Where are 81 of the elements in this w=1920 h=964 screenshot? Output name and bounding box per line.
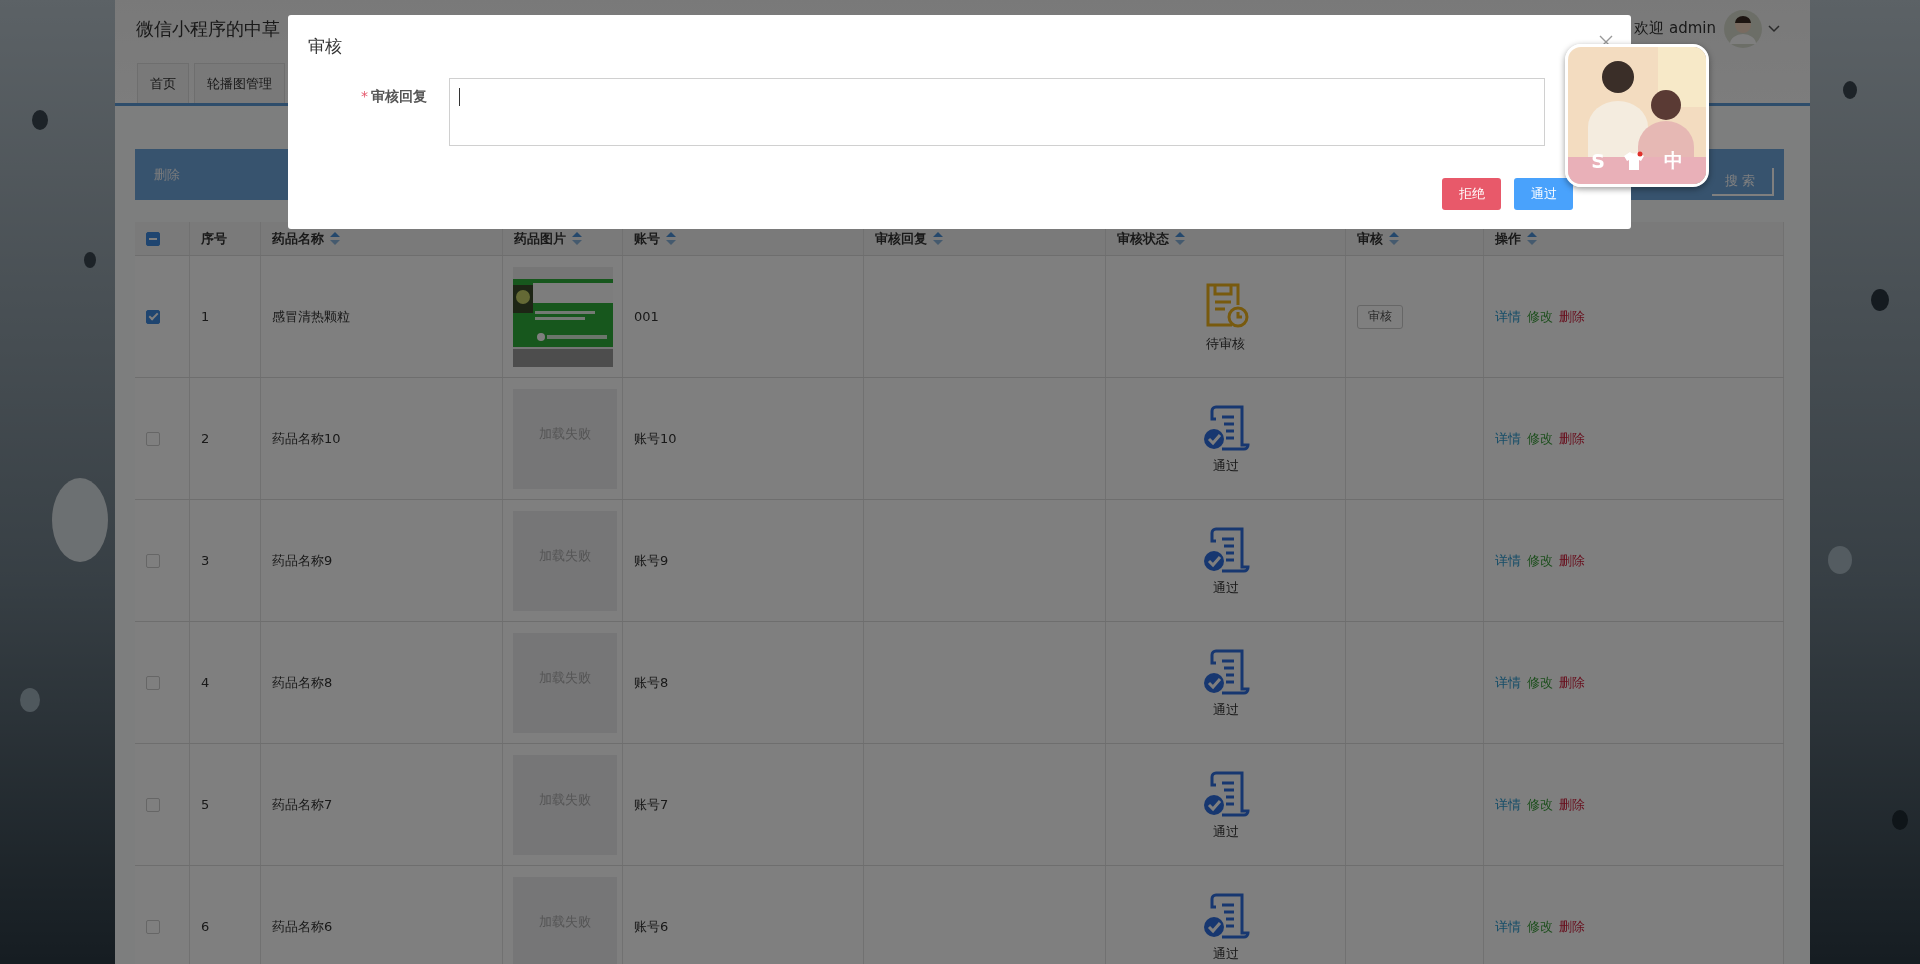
avatar-icon[interactable]: [1724, 9, 1762, 48]
table-cell: 账号9: [634, 551, 669, 570]
status-label: 通过: [1212, 822, 1239, 841]
delete-link[interactable]: 删除: [1559, 795, 1585, 814]
table-cell: 1: [201, 309, 210, 324]
status-label: 通过: [1212, 700, 1239, 719]
table-cell: 账号8: [634, 673, 669, 692]
table-cell: 感冒清热颗粒: [272, 307, 350, 326]
table-cell: 药品名称6: [272, 917, 333, 936]
ime-logo[interactable]: S: [1591, 150, 1605, 172]
delete-link[interactable]: 删除: [1559, 429, 1585, 448]
status-label: 通过: [1212, 456, 1239, 475]
reject-button[interactable]: 拒绝: [1442, 178, 1501, 210]
edit-link[interactable]: 修改: [1527, 917, 1553, 936]
checkbox[interactable]: [146, 431, 160, 446]
delete-link[interactable]: 删除: [1559, 307, 1585, 326]
edit-link[interactable]: 修改: [1527, 673, 1553, 692]
table-cell: 001: [634, 309, 659, 324]
approve-button[interactable]: 通过: [1514, 178, 1573, 210]
column-header[interactable]: 账号: [634, 229, 676, 248]
status-label: 通过: [1212, 578, 1239, 597]
edit-link[interactable]: 修改: [1527, 307, 1553, 326]
shirt-icon[interactable]: [1623, 151, 1646, 171]
table-cell: 5: [201, 797, 210, 812]
detail-link[interactable]: 详情: [1495, 307, 1521, 326]
dialog-title: 审核: [308, 35, 342, 58]
review-button[interactable]: 审核: [1357, 304, 1403, 329]
field-label: * 审核回复: [361, 88, 427, 104]
detail-link[interactable]: 详情: [1495, 429, 1521, 448]
table-cell: 2: [201, 431, 210, 446]
checkbox[interactable]: [146, 231, 160, 246]
table-cell: 药品名称9: [272, 551, 333, 570]
column-header[interactable]: 药品图片: [514, 229, 582, 248]
table-cell: 6: [201, 919, 210, 934]
table-cell: 3: [201, 553, 210, 568]
checkbox[interactable]: [146, 919, 160, 934]
table-cell: 4: [201, 675, 210, 690]
sort-icon[interactable]: [1527, 232, 1537, 245]
table-cell: 药品名称7: [272, 795, 333, 814]
reply-textarea[interactable]: [449, 78, 1545, 146]
app-title: 微信小程序的中草: [136, 16, 280, 41]
checkbox[interactable]: [146, 553, 160, 568]
delete-link[interactable]: 删除: [1559, 673, 1585, 692]
delete-link[interactable]: 删除: [1559, 917, 1585, 936]
welcome-text: 欢迎 admin: [1634, 19, 1716, 38]
search-button[interactable]: 搜索: [1712, 167, 1774, 196]
sort-icon[interactable]: [666, 232, 676, 245]
column-header[interactable]: 审核状态: [1117, 229, 1185, 248]
delete-link[interactable]: 删除: [1559, 551, 1585, 570]
detail-link[interactable]: 详情: [1495, 673, 1521, 692]
table-cell: 账号10: [634, 429, 677, 448]
checkbox[interactable]: [146, 309, 160, 324]
sort-icon[interactable]: [1389, 232, 1399, 245]
status-label: 待审核: [1206, 334, 1245, 353]
detail-link[interactable]: 详情: [1495, 917, 1521, 936]
column-header[interactable]: 操作: [1495, 229, 1537, 248]
column-header[interactable]: 审核: [1357, 229, 1399, 248]
sort-icon[interactable]: [330, 232, 340, 245]
nav-tab[interactable]: 首页: [137, 63, 189, 103]
edit-link[interactable]: 修改: [1527, 551, 1553, 570]
column-header[interactable]: 药品名称: [272, 229, 340, 248]
table-cell: 账号7: [634, 795, 669, 814]
table-cell: 药品名称8: [272, 673, 333, 692]
ime-mode[interactable]: 中: [1663, 148, 1683, 174]
detail-link[interactable]: 详情: [1495, 795, 1521, 814]
edit-link[interactable]: 修改: [1527, 429, 1553, 448]
ime-widget[interactable]: S 中: [1565, 44, 1709, 187]
sort-icon[interactable]: [1175, 232, 1185, 245]
column-header[interactable]: 审核回复: [875, 229, 943, 248]
checkbox[interactable]: [146, 675, 160, 690]
nav-tab[interactable]: 轮播图管理: [194, 63, 285, 103]
edit-link[interactable]: 修改: [1527, 795, 1553, 814]
checkbox[interactable]: [146, 797, 160, 812]
sort-icon[interactable]: [572, 232, 582, 245]
table-cell: 账号6: [634, 917, 669, 936]
status-label: 通过: [1212, 944, 1239, 963]
table-cell: 药品名称10: [272, 429, 341, 448]
sort-icon[interactable]: [933, 232, 943, 245]
column-header[interactable]: 序号: [201, 229, 227, 248]
detail-link[interactable]: 详情: [1495, 551, 1521, 570]
chevron-down-icon[interactable]: [1768, 24, 1780, 33]
